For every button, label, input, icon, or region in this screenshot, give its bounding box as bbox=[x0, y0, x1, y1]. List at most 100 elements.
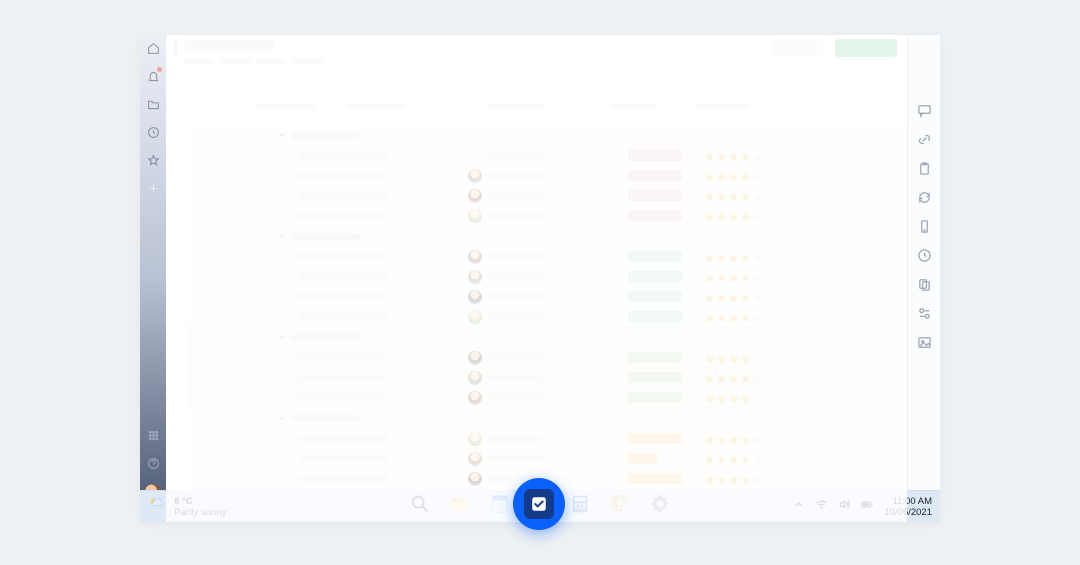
status-pill[interactable] bbox=[628, 453, 658, 464]
star-icon bbox=[716, 473, 727, 484]
link-icon[interactable] bbox=[917, 132, 932, 147]
table-row[interactable] bbox=[188, 449, 907, 469]
assignee-avatar[interactable] bbox=[468, 209, 482, 223]
group-header[interactable] bbox=[188, 408, 907, 429]
status-pill[interactable] bbox=[628, 150, 682, 161]
status-pill[interactable] bbox=[628, 433, 682, 444]
rating[interactable] bbox=[704, 190, 763, 201]
assignee-avatar[interactable] bbox=[468, 432, 482, 446]
rating[interactable] bbox=[704, 291, 763, 302]
table-row[interactable] bbox=[188, 368, 907, 388]
plus-icon[interactable] bbox=[146, 181, 160, 195]
phone-icon[interactable] bbox=[917, 219, 932, 234]
rating[interactable] bbox=[704, 311, 763, 322]
status-pill[interactable] bbox=[628, 190, 682, 201]
rating[interactable] bbox=[704, 150, 763, 161]
rating[interactable] bbox=[704, 392, 763, 403]
tab-3[interactable] bbox=[256, 58, 286, 64]
taskbar-calculator[interactable] bbox=[568, 492, 592, 516]
assignee-avatar[interactable] bbox=[468, 371, 482, 385]
comment-icon[interactable] bbox=[917, 103, 932, 118]
table-row[interactable] bbox=[188, 166, 907, 186]
assignee-avatar[interactable] bbox=[468, 391, 482, 405]
assignee-avatar[interactable] bbox=[468, 351, 482, 365]
rating[interactable] bbox=[704, 433, 763, 444]
assignee-avatar[interactable] bbox=[468, 452, 482, 466]
table-row[interactable] bbox=[188, 348, 907, 368]
rating[interactable] bbox=[704, 251, 763, 262]
history-icon[interactable] bbox=[917, 248, 932, 263]
apps-grid-icon[interactable] bbox=[146, 428, 160, 442]
col-2[interactable] bbox=[346, 103, 406, 110]
star-nav-icon[interactable] bbox=[146, 153, 160, 167]
col-rating[interactable] bbox=[696, 103, 751, 110]
assignee-avatar[interactable] bbox=[468, 310, 482, 324]
assignee-avatar[interactable] bbox=[468, 472, 482, 486]
status-pill[interactable] bbox=[628, 392, 682, 403]
table-row[interactable] bbox=[188, 307, 907, 327]
group-header[interactable] bbox=[188, 327, 907, 348]
rating[interactable] bbox=[704, 170, 763, 181]
taskbar-explorer[interactable] bbox=[448, 492, 472, 516]
col-status[interactable] bbox=[611, 103, 656, 110]
group-header[interactable] bbox=[188, 125, 907, 146]
status-pill[interactable] bbox=[628, 271, 682, 282]
refresh-icon[interactable] bbox=[917, 190, 932, 205]
assignee-avatar[interactable] bbox=[468, 189, 482, 203]
toggles-icon[interactable] bbox=[917, 306, 932, 321]
folder-nav-icon[interactable] bbox=[146, 97, 160, 111]
assignee-avatar[interactable] bbox=[468, 169, 482, 183]
tab-4[interactable] bbox=[292, 58, 322, 64]
rating[interactable] bbox=[704, 352, 763, 363]
home-icon[interactable] bbox=[146, 41, 160, 55]
rating[interactable] bbox=[704, 271, 763, 282]
table-row[interactable] bbox=[188, 429, 907, 449]
table-row[interactable] bbox=[188, 247, 907, 267]
tab-2[interactable] bbox=[220, 58, 250, 64]
status-pill[interactable] bbox=[628, 473, 682, 484]
tray-expand-icon[interactable] bbox=[792, 498, 805, 516]
status-pill[interactable] bbox=[628, 372, 682, 383]
volume-icon[interactable] bbox=[838, 498, 851, 516]
taskbar-search[interactable] bbox=[408, 492, 432, 516]
assignee-avatar[interactable] bbox=[468, 270, 482, 284]
help-icon[interactable] bbox=[146, 456, 160, 470]
col-name[interactable] bbox=[256, 103, 316, 110]
col-assignee[interactable] bbox=[486, 103, 546, 110]
status-pill[interactable] bbox=[628, 251, 682, 262]
star-icon bbox=[704, 291, 715, 302]
bell-icon[interactable] bbox=[146, 69, 160, 83]
table-row[interactable] bbox=[188, 146, 907, 166]
primary-action-button[interactable] bbox=[835, 39, 897, 57]
taskbar-settings[interactable] bbox=[648, 492, 672, 516]
clipboard-icon[interactable] bbox=[917, 161, 932, 176]
status-pill[interactable] bbox=[628, 291, 682, 302]
table-row[interactable] bbox=[188, 388, 907, 408]
table-row[interactable] bbox=[188, 186, 907, 206]
clock-icon[interactable] bbox=[146, 125, 160, 139]
table-row[interactable] bbox=[188, 206, 907, 226]
taskbar-clock[interactable]: 11:00 AM 10/05/2021 bbox=[884, 496, 932, 518]
battery-icon[interactable] bbox=[861, 498, 874, 516]
rating[interactable] bbox=[704, 210, 763, 221]
rating[interactable] bbox=[704, 473, 763, 484]
group-header[interactable] bbox=[188, 226, 907, 247]
status-pill[interactable] bbox=[628, 170, 682, 181]
image-icon[interactable] bbox=[917, 335, 932, 350]
table-row[interactable] bbox=[188, 287, 907, 307]
wifi-icon[interactable] bbox=[815, 498, 828, 516]
taskbar-active-app[interactable] bbox=[513, 478, 565, 530]
status-pill[interactable] bbox=[628, 352, 682, 363]
assignee-avatar[interactable] bbox=[468, 250, 482, 264]
table-row[interactable] bbox=[188, 267, 907, 287]
tab-1[interactable] bbox=[184, 58, 214, 64]
assignee-avatar[interactable] bbox=[468, 290, 482, 304]
status-pill[interactable] bbox=[628, 311, 682, 322]
taskbar-notes[interactable] bbox=[488, 492, 512, 516]
rating[interactable] bbox=[704, 372, 763, 383]
taskbar-weather[interactable]: 8 °C Partly sunny bbox=[148, 495, 226, 518]
rating[interactable] bbox=[704, 453, 763, 464]
taskbar-paint[interactable] bbox=[608, 492, 632, 516]
copy-icon[interactable] bbox=[917, 277, 932, 292]
status-pill[interactable] bbox=[628, 210, 682, 221]
